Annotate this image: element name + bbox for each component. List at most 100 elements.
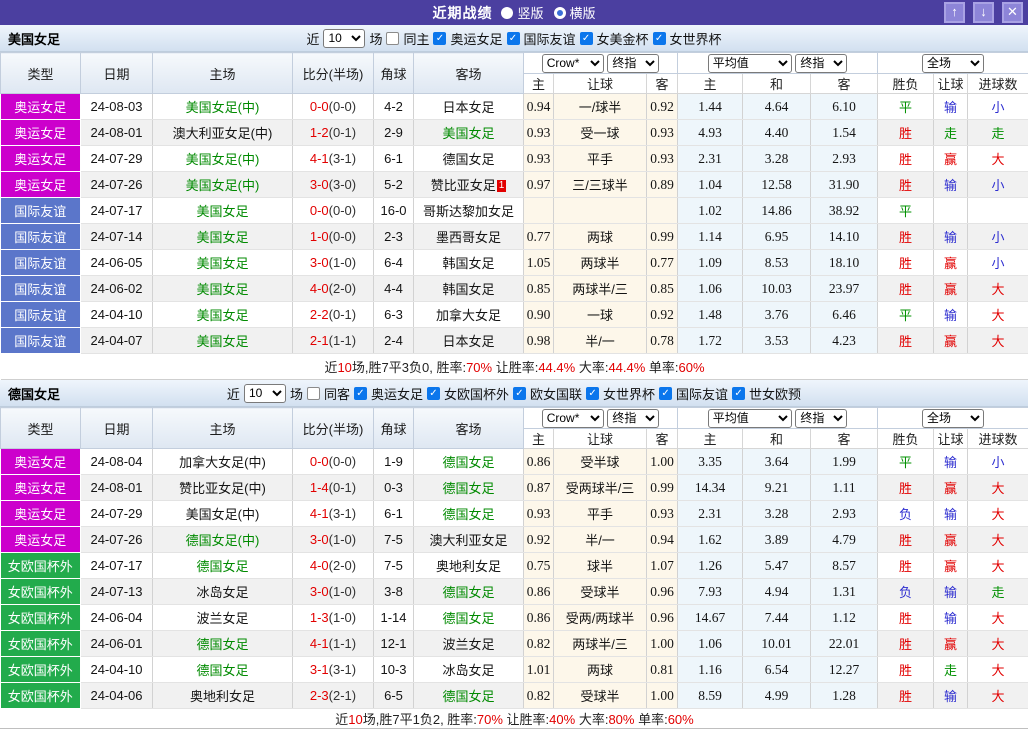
match-row: 奥运女足 24-08-01 赞比亚女足(中) 1-4(0-1) 0-3 德国女足 0.87 受… xyxy=(0,474,1028,501)
let-line: 两球 xyxy=(553,223,647,250)
result-handicap: 输 xyxy=(933,223,969,250)
let-odds-time-select[interactable]: 终指 xyxy=(607,408,660,428)
away-team: 日本女足 xyxy=(413,327,524,354)
result-handicap: 输 xyxy=(933,604,969,631)
euro-draw-odds: 4.40 xyxy=(742,119,812,146)
match-row: 奥运女足 24-07-26 美国女足(中) 3-0(3-0) 5-2 赞比亚女足 1 0.97… xyxy=(0,171,1028,198)
checkbox-checked-icon[interactable]: ✓ xyxy=(659,386,673,400)
score-fulltime: 4-1 xyxy=(309,151,329,166)
summary-value: 70% xyxy=(466,360,493,375)
summary-value: 40% xyxy=(549,712,576,727)
score-fulltime: 4-0 xyxy=(309,558,329,573)
euro-home-odds: 1.44 xyxy=(677,93,744,120)
let-away-odds: 0.94 xyxy=(646,526,679,553)
let-away-odds: 0.89 xyxy=(646,171,679,198)
score-fulltime: 2-1 xyxy=(309,333,329,348)
scope-select[interactable]: 全场 xyxy=(922,53,985,73)
score: 1-0(0-0) xyxy=(292,223,374,250)
checkbox-checked-icon[interactable]: ✓ xyxy=(353,386,367,400)
result-handicap: 输 xyxy=(933,93,969,120)
result-handicap: 赢 xyxy=(933,275,969,302)
match-type-badge: 女欧国杯外 xyxy=(0,656,81,683)
move-down-button[interactable]: ↓ xyxy=(973,2,994,23)
let-home-odds: 0.82 xyxy=(523,630,554,657)
let-home-odds: 0.92 xyxy=(523,526,554,553)
away-team: 韩国女足 xyxy=(413,249,524,276)
match-row: 女欧国杯外 24-06-04 波兰女足 1-3(1-0) 1-14 德国女足 0.86 受两/… xyxy=(0,604,1028,631)
let-odds-source-select[interactable]: Crow* xyxy=(541,408,604,428)
match-type-badge: 奥运女足 xyxy=(0,448,81,475)
result-goals: 走 xyxy=(967,119,1028,146)
away-team: 美国女足 xyxy=(413,119,524,146)
checkbox-unchecked-icon[interactable] xyxy=(386,31,400,45)
filter-checkbox-label: 奥运女足 xyxy=(370,386,423,402)
summary-value: 10 xyxy=(348,712,363,727)
euro-odds-time-select[interactable]: 终指 xyxy=(795,408,848,428)
checkbox-checked-icon[interactable]: ✓ xyxy=(579,31,593,45)
result-goals: 小 xyxy=(967,171,1028,198)
radio-horizontal-layout[interactable]: 横版 xyxy=(553,3,596,22)
column-header-0: 类型 xyxy=(0,407,81,449)
checkbox-checked-icon[interactable]: ✓ xyxy=(506,31,520,45)
score-halftime: (0-1) xyxy=(328,480,357,495)
result-wdl: 胜 xyxy=(877,145,935,172)
column-header-4: 角球 xyxy=(373,52,414,94)
radio-horizontal-label: 横版 xyxy=(569,6,596,21)
match-count-select[interactable]: 10 xyxy=(323,28,366,48)
result-goals: 大 xyxy=(967,604,1028,631)
result-wdl: 胜 xyxy=(877,630,935,657)
let-line: 三/三球半 xyxy=(553,171,647,198)
score: 3-0(1-0) xyxy=(292,526,374,553)
match-count-select[interactable]: 10 xyxy=(243,383,286,403)
score-halftime: (1-0) xyxy=(328,610,357,625)
score-fulltime: 4-1 xyxy=(309,636,329,651)
checkbox-checked-icon[interactable]: ✓ xyxy=(426,386,440,400)
score: 4-1(3-1) xyxy=(292,145,374,172)
euro-draw-odds: 3.76 xyxy=(742,301,812,328)
summary-value: 44.4% xyxy=(538,360,576,375)
summary-value: 60% xyxy=(667,712,694,727)
score-halftime: (3-1) xyxy=(328,662,357,677)
euro-home-odds: 3.35 xyxy=(677,448,744,475)
result-goals: 大 xyxy=(967,630,1028,657)
match-row: 女欧国杯外 24-04-10 德国女足 3-1(3-1) 10-3 冰岛女足 1.01 两球 0… xyxy=(0,656,1028,683)
euro-home-odds: 2.31 xyxy=(677,500,744,527)
let-home-odds: 0.98 xyxy=(523,327,554,354)
euro-odds-source-select[interactable]: 平均值 xyxy=(707,53,792,73)
away-team: 德国女足 xyxy=(413,682,524,709)
result-goals: 大 xyxy=(967,301,1028,328)
euro-draw-odds: 10.01 xyxy=(742,630,812,657)
result-wdl: 胜 xyxy=(877,171,935,198)
result-goals: 大 xyxy=(967,500,1028,527)
summary-text: 让胜率: xyxy=(492,360,539,375)
scope-select[interactable]: 全场 xyxy=(922,408,985,428)
let-odds-source-select[interactable]: Crow* xyxy=(541,53,604,73)
checkbox-checked-icon[interactable]: ✓ xyxy=(586,386,600,400)
let-home-odds xyxy=(523,197,554,224)
checkbox-checked-icon[interactable]: ✓ xyxy=(732,386,746,400)
away-team: 赞比亚女足 1 xyxy=(413,171,524,198)
checkbox-checked-icon[interactable]: ✓ xyxy=(513,386,526,400)
match-type-badge: 奥运女足 xyxy=(0,474,81,501)
euro-home-odds: 1.14 xyxy=(677,223,744,250)
checkbox-checked-icon[interactable]: ✓ xyxy=(652,31,666,45)
euro-odds-source-select[interactable]: 平均值 xyxy=(707,408,792,428)
let-line: 平手 xyxy=(553,145,647,172)
checkbox-checked-icon[interactable]: ✓ xyxy=(433,31,447,45)
match-type-badge: 奥运女足 xyxy=(0,93,81,120)
checkbox-unchecked-icon[interactable] xyxy=(306,386,320,400)
euro-away-odds: 1.54 xyxy=(810,119,879,146)
let-odds-time-select[interactable]: 终指 xyxy=(607,53,660,73)
radio-vertical-layout[interactable]: 竖版 xyxy=(501,3,544,22)
euro-odds-time-select[interactable]: 终指 xyxy=(795,53,848,73)
result-handicap: 赢 xyxy=(933,145,969,172)
corner-score: 6-5 xyxy=(373,682,414,709)
move-up-button[interactable]: ↑ xyxy=(944,2,965,23)
score: 1-2(0-1) xyxy=(292,119,374,146)
score: 3-1(3-1) xyxy=(292,656,374,683)
result-goals: 走 xyxy=(967,578,1028,605)
close-button[interactable]: ✕ xyxy=(1002,2,1023,23)
home-team: 美国女足(中) xyxy=(152,500,293,527)
score-halftime: (1-0) xyxy=(328,584,357,599)
sub-header-0: 主 xyxy=(523,73,554,94)
